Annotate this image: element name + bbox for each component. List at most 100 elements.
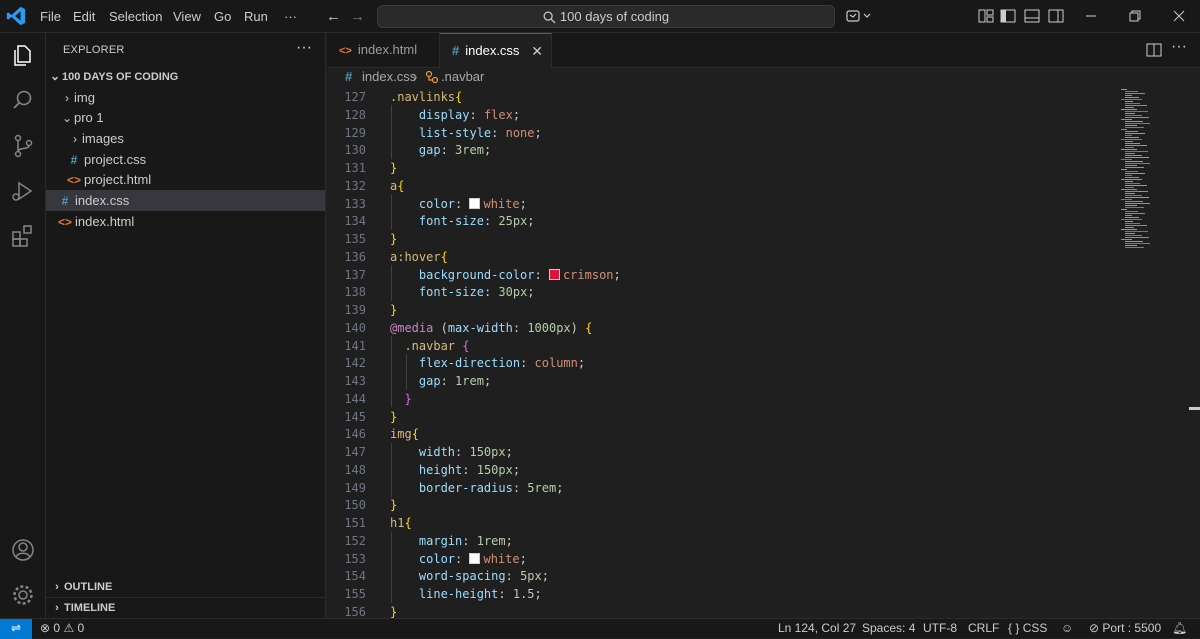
line-number: 133 <box>344 197 366 211</box>
css-file-icon: # <box>61 194 69 208</box>
line-number: 140 <box>344 321 366 335</box>
tree-item-index-html[interactable]: <> index.html <box>46 211 325 232</box>
code-line: list-style: none; <box>418 126 542 140</box>
manage-gear-icon[interactable] <box>10 582 36 608</box>
minimap-line <box>1121 189 1137 190</box>
tab-index-html[interactable]: <> index.html <box>327 33 440 68</box>
minimap-line <box>1125 123 1150 124</box>
minimap[interactable] <box>1117 87 1187 618</box>
activity-bar <box>0 33 46 618</box>
encoding[interactable]: UTF-8 <box>923 619 957 638</box>
tree-item-project-html[interactable]: <> project.html <box>46 169 325 190</box>
live-server-port[interactable]: ⊘ Port : 5500 <box>1089 619 1161 638</box>
line-number: 151 <box>344 516 366 530</box>
account-icon[interactable] <box>10 537 36 563</box>
minimap-line <box>1125 203 1150 204</box>
search-icon[interactable] <box>10 87 36 113</box>
close-icon[interactable] <box>1171 9 1187 23</box>
cursor-position[interactable]: Ln 124, Col 27 <box>778 619 856 638</box>
tree-item-label: img <box>74 90 95 105</box>
code-line: gap: 3rem; <box>418 143 492 157</box>
close-tab-icon[interactable]: ✕ <box>531 34 543 68</box>
minimap-line <box>1125 133 1145 134</box>
problems-indicator[interactable]: ⊗ 0 ⚠ 0 <box>40 619 84 638</box>
minimize-icon[interactable] <box>1083 9 1099 23</box>
copilot-icon[interactable] <box>846 9 872 23</box>
indentation[interactable]: Spaces: 4 <box>862 619 915 638</box>
breadcrumb-symbol[interactable]: .navbar <box>441 68 484 86</box>
color-swatch-white[interactable] <box>469 198 481 209</box>
explorer-icon[interactable] <box>10 41 36 67</box>
minimap-line <box>1125 187 1134 188</box>
extensions-icon[interactable] <box>10 223 36 249</box>
menu-selection[interactable]: Selection <box>109 9 162 24</box>
scrollbar-position-marker[interactable] <box>1189 407 1200 410</box>
minimap-line <box>1125 157 1149 158</box>
minimap-line <box>1125 91 1138 92</box>
minimap-line <box>1125 207 1144 208</box>
code-line: img{ <box>390 427 419 441</box>
code-line: font-size: 30px; <box>418 285 535 299</box>
more-actions-icon[interactable]: ··· <box>296 39 312 57</box>
timeline-section[interactable]: › TIMELINE <box>46 597 325 618</box>
code-editor[interactable]: 127 128 129 130 131 132 133 134 135 136 137 138 139 1… <box>327 87 1200 618</box>
color-swatch-white[interactable] <box>469 553 481 564</box>
code-line: } <box>390 498 398 512</box>
minimap-line <box>1125 217 1139 218</box>
tree-item-index-css[interactable]: # index.css <box>46 190 325 211</box>
more-actions-icon[interactable]: ··· <box>1171 38 1187 56</box>
tree-item-label: project.html <box>84 172 152 187</box>
css-file-icon: # <box>70 153 78 167</box>
notifications-bell-icon[interactable]: 🔔︎ <box>1172 619 1187 638</box>
color-swatch-crimson[interactable] <box>548 269 560 280</box>
breadcrumb: # index.css › .navbar <box>327 68 1200 87</box>
restore-icon[interactable] <box>1127 9 1143 23</box>
outline-section[interactable]: › OUTLINE <box>46 577 325 598</box>
menu-file[interactable]: File <box>40 9 61 24</box>
end-of-line[interactable]: CRLF <box>968 619 999 638</box>
toggle-sidebar-icon[interactable] <box>1000 9 1016 23</box>
breadcrumb-file[interactable]: index.css <box>362 68 416 86</box>
menu-run[interactable]: Run <box>244 9 268 24</box>
layout-icon[interactable] <box>978 9 994 23</box>
menu-more[interactable]: ··· <box>284 9 297 24</box>
menu-go[interactable]: Go <box>214 9 231 24</box>
tree-item-img[interactable]: › img <box>46 87 325 108</box>
minimap-line <box>1121 219 1142 220</box>
tab-index-css[interactable]: # index.css ✕ <box>440 33 552 69</box>
toggle-secondary-sidebar-icon[interactable] <box>1048 9 1064 23</box>
minimap-line <box>1125 243 1150 244</box>
split-editor-icon[interactable] <box>1146 43 1162 57</box>
minimap-line <box>1125 213 1145 214</box>
copilot-status-icon[interactable]: ☺ <box>1061 619 1073 638</box>
minimap-line <box>1125 151 1148 152</box>
minimap-line <box>1125 235 1142 236</box>
minimap-line <box>1125 147 1134 148</box>
run-debug-icon[interactable] <box>10 178 36 204</box>
code-line: color: white; <box>418 552 527 566</box>
command-center-search[interactable]: 100 days of coding <box>377 5 835 28</box>
error-icon: ⊗ <box>40 621 51 635</box>
minimap-line <box>1125 201 1143 202</box>
code-line: margin: 1rem; <box>418 534 513 548</box>
source-control-icon[interactable] <box>10 133 36 159</box>
tab-label: index.html <box>357 42 418 57</box>
remote-indicator-icon[interactable]: ⇌ <box>0 619 32 639</box>
tree-item-pro1[interactable]: ⌄ pro 1 <box>46 107 325 128</box>
folder-root[interactable]: ⌄ 100 DAYS OF CODING <box>46 66 325 87</box>
menu-edit[interactable]: Edit <box>73 9 95 24</box>
tree-item-images[interactable]: › images <box>46 128 325 149</box>
menu-view[interactable]: View <box>173 9 201 24</box>
line-number: 136 <box>344 250 366 264</box>
forward-arrow-icon[interactable]: → <box>350 8 365 25</box>
tree-item-project-css[interactable]: # project.css <box>46 149 325 170</box>
minimap-line <box>1125 93 1145 94</box>
status-bar: ⇌ ⊗ 0 ⚠ 0 Ln 124, Col 27 Spaces: 4 UTF-8… <box>0 618 1200 639</box>
toggle-panel-icon[interactable] <box>1024 9 1040 23</box>
minimap-line <box>1125 167 1144 168</box>
language-mode[interactable]: { } CSS <box>1008 619 1047 638</box>
code-line: } <box>390 303 398 317</box>
minimap-line <box>1121 239 1132 240</box>
code-line: .navbar { <box>404 339 470 353</box>
back-arrow-icon[interactable]: ← <box>326 8 341 25</box>
